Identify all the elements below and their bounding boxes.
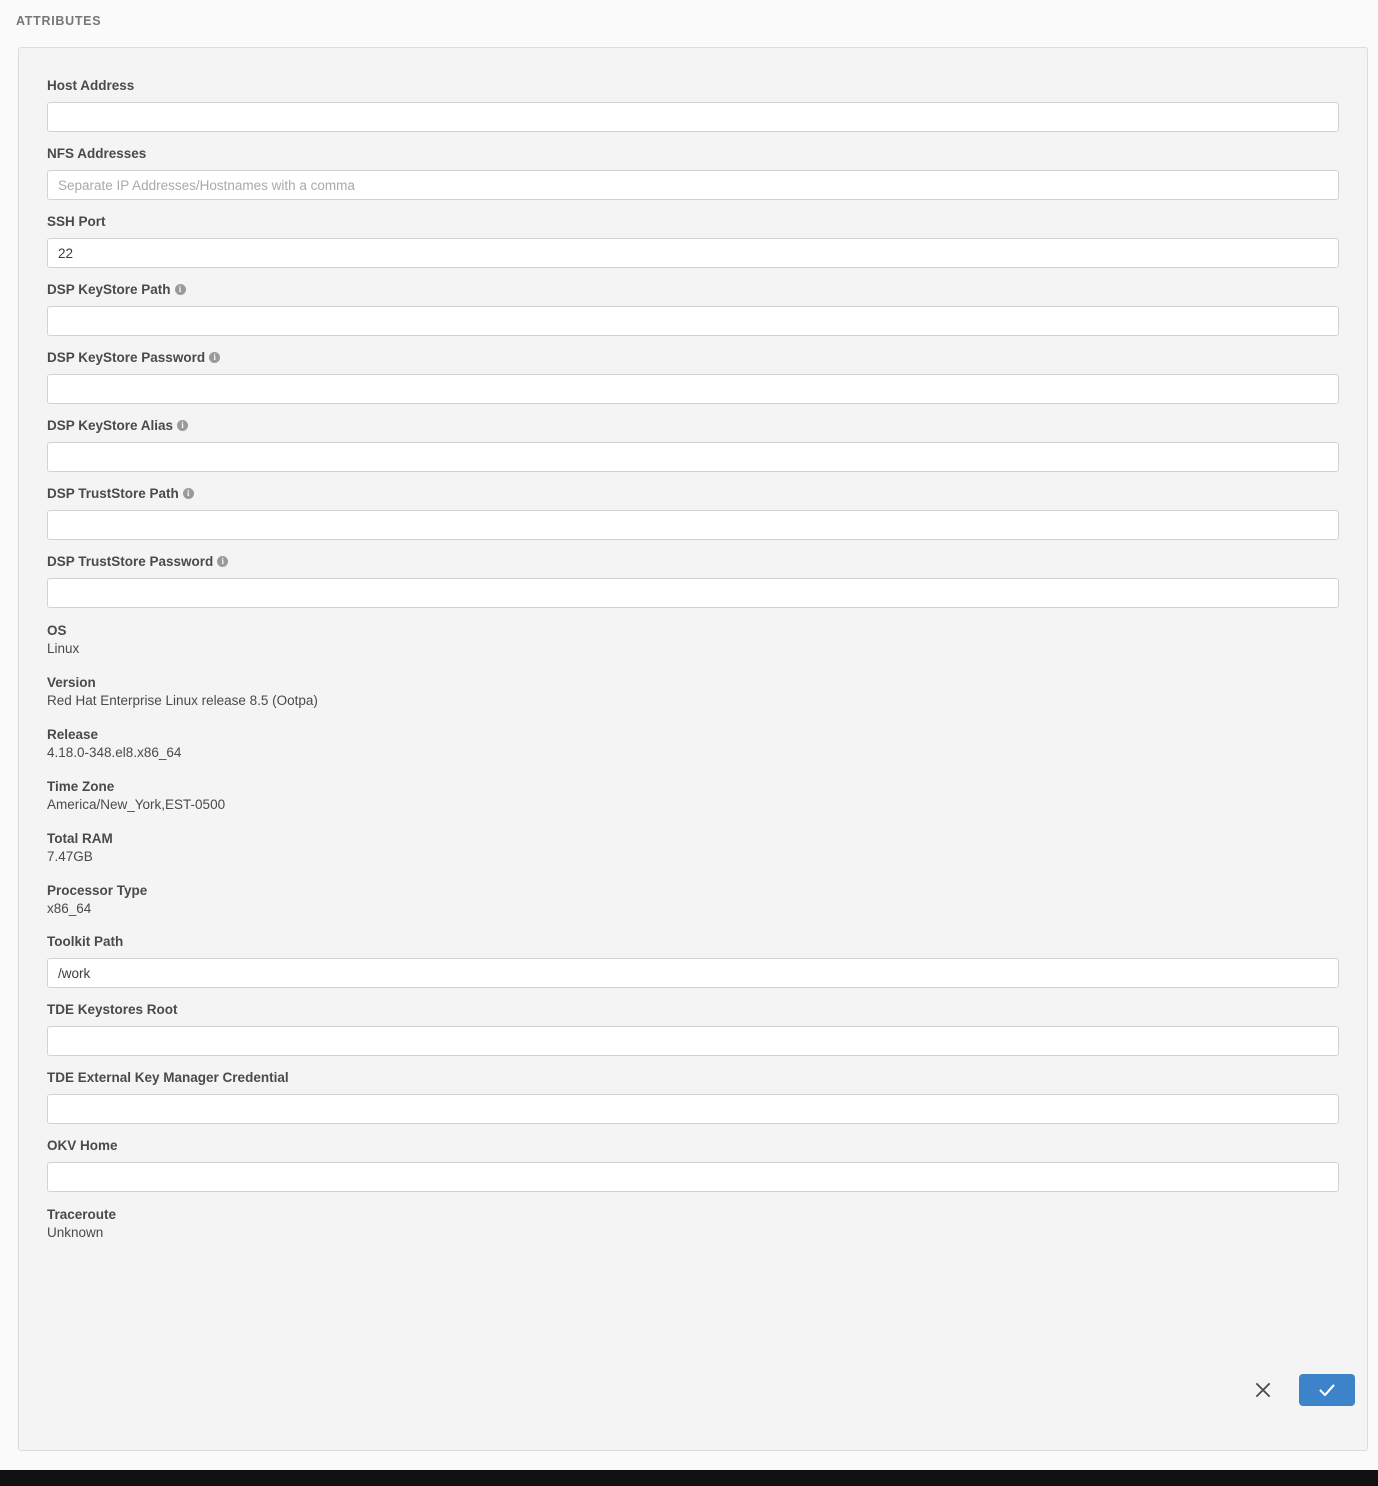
- info-icon[interactable]: [209, 351, 221, 363]
- form-field-label-text: DSP TrustStore Path: [47, 486, 179, 501]
- close-icon: [1255, 1382, 1271, 1398]
- text-input[interactable]: [47, 442, 1339, 472]
- form-field-label-text: OKV Home: [47, 1138, 118, 1153]
- form-field: TDE External Key Manager Credential: [47, 1070, 1339, 1124]
- form-field: TDE Keystores Root: [47, 1002, 1339, 1056]
- form-field-label-text: TDE Keystores Root: [47, 1002, 178, 1017]
- readonly-field-label: OS: [47, 623, 67, 638]
- readonly-field-label: Traceroute: [47, 1207, 117, 1222]
- form-field-label: Host Address: [47, 78, 1337, 94]
- form-field-label-text: DSP KeyStore Alias: [47, 418, 174, 433]
- text-input[interactable]: [47, 1026, 1339, 1056]
- text-input[interactable]: [47, 238, 1339, 268]
- info-icon[interactable]: [217, 555, 229, 567]
- check-icon: [1319, 1384, 1335, 1397]
- text-input[interactable]: [47, 1094, 1339, 1124]
- form-field: NFS Addresses: [47, 146, 1339, 200]
- readonly-field: Release 4.18.0-348.el8.x86_64: [47, 726, 1337, 762]
- attributes-card: Host Address NFS Addresses SSH Port DSP Key…: [18, 47, 1368, 1451]
- readonly-field: Version Red Hat Enterprise Linux release …: [47, 674, 1337, 710]
- form-field-label-text: TDE External Key Manager Credential: [47, 1070, 289, 1085]
- info-icon[interactable]: [182, 487, 194, 499]
- readonly-field-value: 4.18.0-348.el8.x86_64: [47, 745, 182, 760]
- readonly-field: OS Linux: [47, 622, 1337, 658]
- readonly-field-value: x86_64: [47, 901, 92, 916]
- text-input[interactable]: [47, 374, 1339, 404]
- text-input[interactable]: [47, 170, 1339, 200]
- form-field-label-text: DSP KeyStore Password: [47, 350, 206, 365]
- form-field-label: Toolkit Path: [47, 934, 1337, 950]
- bottom-bar: [0, 1470, 1378, 1486]
- form-field-label-text: NFS Addresses: [47, 146, 147, 161]
- form-field: Toolkit Path: [47, 934, 1339, 988]
- form-field: OKV Home: [47, 1138, 1339, 1192]
- readonly-field-label: Release: [47, 727, 99, 742]
- form-field: Host Address: [47, 78, 1339, 132]
- readonly-field: Traceroute Unknown: [47, 1206, 1337, 1242]
- form-field-label: SSH Port: [47, 214, 1337, 230]
- form-field-label-text: DSP KeyStore Path: [47, 282, 171, 297]
- readonly-field-value: Linux: [47, 641, 80, 656]
- text-input[interactable]: [47, 510, 1339, 540]
- form-field-label-text: Host Address: [47, 78, 135, 93]
- form-field-label: DSP TrustStore Password: [47, 554, 1337, 570]
- readonly-field-label: Processor Type: [47, 883, 148, 898]
- form-actions: [1249, 1374, 1355, 1406]
- text-input[interactable]: [47, 306, 1339, 336]
- form-field-label: OKV Home: [47, 1138, 1337, 1154]
- form-field-label: DSP KeyStore Password: [47, 350, 1337, 366]
- attributes-field-list: Host Address NFS Addresses SSH Port DSP Key…: [19, 48, 1367, 1242]
- readonly-field-value: Red Hat Enterprise Linux release 8.5 (Oo…: [47, 693, 318, 708]
- form-field-label: DSP TrustStore Path: [47, 486, 1337, 502]
- text-input[interactable]: [47, 958, 1339, 988]
- readonly-field-label: Total RAM: [47, 831, 113, 846]
- form-field: DSP KeyStore Password: [47, 350, 1339, 404]
- form-field-label: NFS Addresses: [47, 146, 1337, 162]
- readonly-field-label: Time Zone: [47, 779, 115, 794]
- form-field-label: DSP KeyStore Alias: [47, 418, 1337, 434]
- form-field: DSP KeyStore Path: [47, 282, 1339, 336]
- readonly-field-value: Unknown: [47, 1225, 104, 1240]
- form-field: DSP KeyStore Alias: [47, 418, 1339, 472]
- readonly-field: Time Zone America/New_York,EST-0500: [47, 778, 1337, 814]
- form-field-label: DSP KeyStore Path: [47, 282, 1337, 298]
- confirm-button[interactable]: [1299, 1374, 1355, 1406]
- page-title: ATTRIBUTES: [16, 14, 102, 28]
- readonly-field-value: America/New_York,EST-0500: [47, 797, 226, 812]
- info-icon[interactable]: [174, 283, 186, 295]
- readonly-field-label: Version: [47, 675, 96, 690]
- form-field-label-text: SSH Port: [47, 214, 106, 229]
- form-field-label-text: Toolkit Path: [47, 934, 124, 949]
- form-field-label: TDE Keystores Root: [47, 1002, 1337, 1018]
- readonly-field: Processor Type x86_64: [47, 882, 1337, 918]
- attributes-page: ATTRIBUTES Host Address NFS Addresses SSH …: [0, 0, 1378, 1470]
- form-field-label: TDE External Key Manager Credential: [47, 1070, 1337, 1086]
- form-field: SSH Port: [47, 214, 1339, 268]
- text-input[interactable]: [47, 102, 1339, 132]
- text-input[interactable]: [47, 1162, 1339, 1192]
- form-field: DSP TrustStore Password: [47, 554, 1339, 608]
- text-input[interactable]: [47, 578, 1339, 608]
- form-field-label-text: DSP TrustStore Password: [47, 554, 214, 569]
- info-icon[interactable]: [177, 419, 189, 431]
- readonly-field-value: 7.47GB: [47, 849, 93, 864]
- readonly-field: Total RAM 7.47GB: [47, 830, 1337, 866]
- form-field: DSP TrustStore Path: [47, 486, 1339, 540]
- cancel-button[interactable]: [1249, 1376, 1277, 1404]
